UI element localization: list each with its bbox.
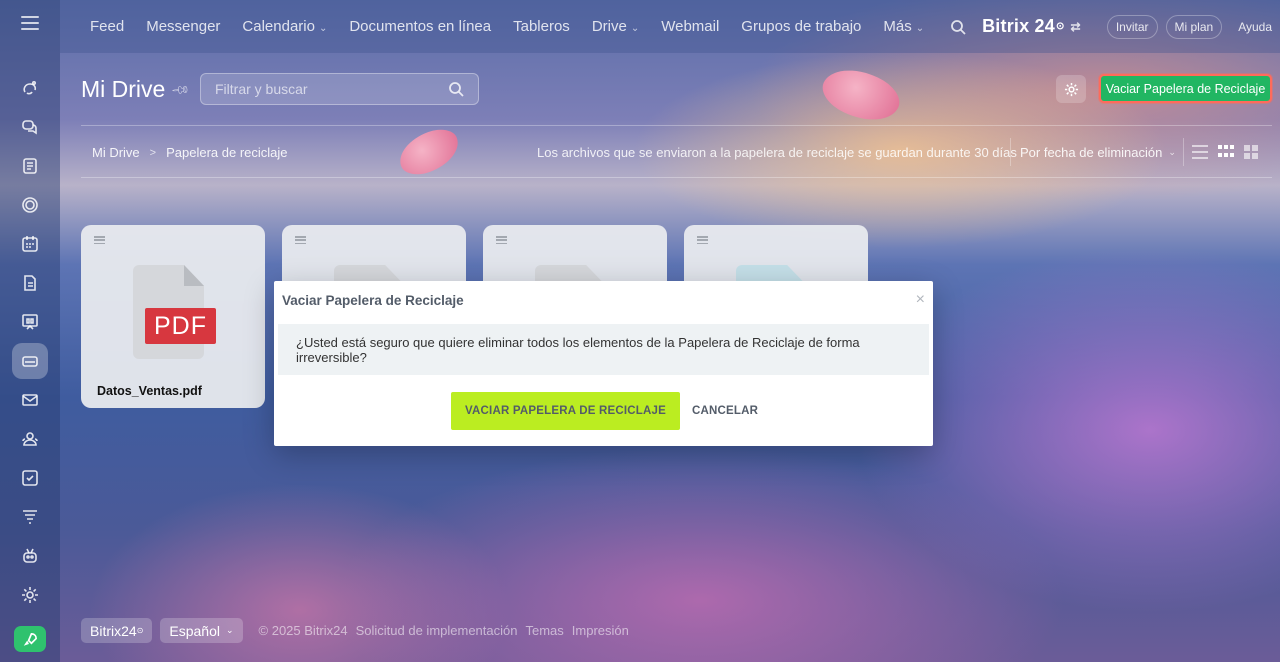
- my-plan-button[interactable]: Mi plan: [1165, 14, 1223, 39]
- switch-icon[interactable]: ⇄: [1071, 20, 1081, 34]
- dialog-title: Vaciar Papelera de Reciclaje: [282, 293, 464, 308]
- nav-item-calendario[interactable]: Calendario ⌄: [242, 18, 327, 35]
- rocket-icon[interactable]: [14, 626, 46, 652]
- left-sidebar: [0, 0, 60, 662]
- groups-icon[interactable]: [12, 421, 48, 457]
- nav-item-label: Tableros: [513, 18, 570, 35]
- breadcrumb: Mi Drive > Papelera de reciclaje: [92, 145, 288, 160]
- view-switcher: [1183, 138, 1260, 166]
- invite-button[interactable]: Invitar: [1106, 14, 1158, 39]
- close-icon[interactable]: ×: [916, 291, 925, 309]
- card-menu-icon[interactable]: [295, 236, 306, 244]
- empty-trash-button[interactable]: Vaciar Papelera de Reciclaje: [1099, 74, 1272, 103]
- board-icon[interactable]: [12, 304, 48, 340]
- footer-brand-mark: ⊙: [136, 626, 144, 635]
- chevron-down-icon: ⌄: [318, 23, 328, 34]
- dialog-message: ¿Usted está seguro que quiere eliminar t…: [278, 324, 929, 375]
- drive-icon[interactable]: [12, 343, 48, 379]
- nav-item-label: Messenger: [146, 18, 221, 35]
- breadcrumb-current[interactable]: Papelera de reciclaje: [166, 145, 287, 160]
- brand-mark: ⊙: [1055, 21, 1065, 32]
- chat-icon[interactable]: [12, 109, 48, 145]
- main-nav: Feed Messenger Calendario ⌄ Documentos en lí…: [90, 18, 946, 35]
- retention-note: Los archivos que se enviaron a la papele…: [537, 145, 1017, 160]
- footer: Bitrix24 ⊙ Español ⌄ © 2025 Bitrix24 Soli…: [81, 618, 629, 643]
- footer-link-implementation[interactable]: Solicitud de implementación: [356, 623, 518, 638]
- nav-item-drive[interactable]: Drive ⌄: [592, 18, 639, 35]
- dialog-message-text: ¿Usted está seguro que quiere eliminar t…: [296, 334, 860, 365]
- nav-item-webmail[interactable]: Webmail: [661, 18, 719, 35]
- chevron-down-icon: ⌄: [1168, 146, 1176, 157]
- nav-item-label: Feed: [90, 18, 125, 35]
- nav-item-label: Documentos en línea: [349, 18, 492, 35]
- nav-item-label: Calendario: [242, 18, 315, 35]
- document-icon[interactable]: [12, 265, 48, 301]
- footer-brand-button[interactable]: Bitrix24 ⊙: [81, 618, 153, 643]
- feed-icon[interactable]: [12, 70, 48, 106]
- language-label: Español: [169, 622, 220, 639]
- breadcrumb-root[interactable]: Mi Drive: [92, 145, 140, 160]
- pin-icon[interactable]: 📌︎: [171, 79, 192, 100]
- divider: [81, 177, 1272, 178]
- top-navigation: Feed Messenger Calendario ⌄ Documentos en lí…: [60, 0, 1280, 53]
- nav-item-grupos-de-trabajo[interactable]: Grupos de trabajo: [741, 18, 861, 35]
- crm-icon[interactable]: [12, 187, 48, 223]
- tasks-doc-icon[interactable]: [12, 148, 48, 184]
- search-input[interactable]: [215, 81, 448, 97]
- checklist-icon[interactable]: [12, 460, 48, 496]
- footer-brand: Bitrix24: [90, 622, 137, 639]
- chevron-down-icon: ⌄: [915, 23, 925, 34]
- brand-name: Bitrix 24: [982, 16, 1055, 36]
- nav-item-tableros[interactable]: Tableros: [513, 18, 570, 35]
- language-selector[interactable]: Español ⌄: [160, 618, 243, 643]
- search-icon[interactable]: [448, 81, 464, 97]
- card-menu-icon[interactable]: [94, 236, 105, 244]
- page-title-text: Mi Drive: [81, 76, 166, 102]
- footer-link-imprint[interactable]: Impresión: [572, 623, 629, 638]
- petal-decoration: [815, 57, 907, 133]
- nav-item-más[interactable]: Más ⌄: [883, 18, 924, 35]
- list-view-icon[interactable]: [1192, 145, 1208, 159]
- brand-logo[interactable]: Bitrix 24 ⊙ ⇄: [982, 16, 1081, 37]
- nav-item-label: Webmail: [661, 18, 720, 35]
- pdf-badge: PDF: [145, 308, 216, 344]
- filter-search[interactable]: [200, 73, 479, 105]
- nav-item-messenger[interactable]: Messenger: [146, 18, 220, 35]
- grid-view-icon[interactable]: [1218, 145, 1234, 159]
- chevron-down-icon: ⌄: [225, 625, 234, 635]
- help-button[interactable]: Ayuda: [1230, 16, 1280, 38]
- file-card[interactable]: PDF Datos_Ventas.pdf: [81, 225, 265, 408]
- page-title: Mi Drive 📌︎: [81, 76, 192, 103]
- nav-item-documentos-en-línea[interactable]: Documentos en línea: [349, 18, 491, 35]
- file-name[interactable]: Datos_Ventas.pdf: [97, 384, 202, 398]
- robot-icon[interactable]: [12, 538, 48, 574]
- cancel-button[interactable]: CANCELAR: [692, 392, 758, 430]
- copyright: © 2025 Bitrix24: [258, 623, 348, 638]
- chevron-down-icon: ⌄: [630, 23, 640, 34]
- footer-link-themes[interactable]: Temas: [525, 623, 563, 638]
- nav-item-feed[interactable]: Feed: [90, 18, 124, 35]
- nav-item-label: Grupos de trabajo: [741, 18, 862, 35]
- filter-icon[interactable]: [12, 499, 48, 535]
- nav-item-label: Más: [883, 18, 912, 35]
- sort-label: Por fecha de eliminación: [1020, 144, 1163, 160]
- gear-icon: [1064, 82, 1078, 96]
- settings-button[interactable]: [1056, 75, 1086, 103]
- nav-item-label: Drive: [591, 18, 627, 35]
- settings-icon[interactable]: [12, 577, 48, 613]
- sort-dropdown[interactable]: Por fecha de eliminación ⌄: [1010, 138, 1176, 166]
- chevron-right-icon: >: [149, 146, 157, 159]
- confirm-empty-trash-button[interactable]: VACIAR PAPELERA DE RECICLAJE: [451, 392, 680, 430]
- calendar-icon[interactable]: [12, 226, 48, 262]
- card-menu-icon[interactable]: [496, 236, 507, 244]
- petal-decoration: [393, 123, 465, 181]
- confirm-dialog: Vaciar Papelera de Reciclaje × ¿Usted es…: [274, 281, 933, 446]
- divider: [81, 125, 1272, 126]
- mail-icon[interactable]: [12, 382, 48, 418]
- menu-icon[interactable]: [21, 16, 39, 30]
- search-icon[interactable]: [950, 19, 966, 35]
- card-menu-icon[interactable]: [697, 236, 708, 244]
- large-grid-view-icon[interactable]: [1244, 145, 1260, 159]
